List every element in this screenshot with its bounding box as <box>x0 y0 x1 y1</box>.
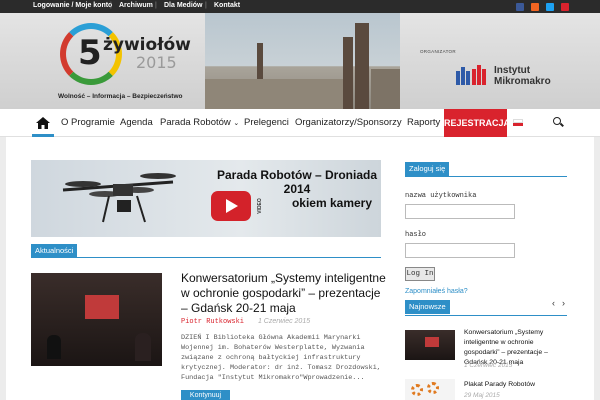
logo-title: żywiołów <box>103 35 191 55</box>
post-thumbnail[interactable] <box>405 379 455 400</box>
twitter-icon[interactable] <box>546 3 554 11</box>
drone-image <box>62 173 176 223</box>
topbar-link-contact[interactable]: Kontakt <box>214 2 240 9</box>
section-divider <box>405 315 567 316</box>
post-title[interactable]: Plakat Parady Robotów <box>464 380 570 390</box>
presentation-screen <box>85 295 119 319</box>
nav-item-o-programie[interactable]: O Programie <box>61 117 115 128</box>
article-author[interactable]: Piotr Rutkowski <box>181 318 244 326</box>
nav-item-agenda[interactable]: Agenda <box>120 117 153 128</box>
news-section-label: Aktualności <box>31 244 78 258</box>
next-arrow-icon[interactable]: › <box>562 298 565 308</box>
banner-title-line3: okiem kamery <box>291 196 373 210</box>
gear-icon <box>411 384 423 396</box>
login-section-label: Zaloguj się <box>405 162 450 176</box>
rss-icon[interactable] <box>531 3 539 11</box>
banner-title-line1: Parada Robotów – Droniada <box>216 168 378 182</box>
topbar-link-media[interactable]: Dla Mediów <box>164 2 203 9</box>
section-divider <box>31 257 381 258</box>
logo-year: 2015 <box>136 53 177 72</box>
main-nav: O Programie Agenda Parada Robotów ⌄ Prel… <box>0 109 600 137</box>
video-tag: VIDEO <box>256 198 263 214</box>
nav-item-organizatorzy[interactable]: Organizatorzy/Sponsorzy <box>295 117 402 128</box>
gear-icon <box>427 382 439 394</box>
play-video-icon[interactable] <box>211 191 251 221</box>
article-meta: Piotr Rutkowski 1 Czerwiec 2015 <box>181 318 310 326</box>
post-date: 29 Maj 2015 <box>464 392 500 399</box>
username-input[interactable] <box>405 204 515 219</box>
site-header: 5 żywiołów 2015 Wolność – Informacja – B… <box>0 13 600 109</box>
site-tagline: Wolność – Informacja – Bezpieczeństwo <box>58 93 183 100</box>
youtube-icon[interactable] <box>561 3 569 11</box>
article-title[interactable]: Konwersatorium „Systemy inteligentne w o… <box>181 271 386 316</box>
newest-section-label: Najnowsze <box>405 300 450 314</box>
nav-item-parada-robotow[interactable]: Parada Robotów ⌄ <box>160 117 239 128</box>
nav-item-raporty[interactable]: Raporty <box>407 117 440 128</box>
forgot-password-link[interactable]: Zapomniałeś hasła? <box>405 288 468 295</box>
krakow-market-photo <box>205 13 400 109</box>
topbar-link-login[interactable]: Logowanie / Moje konto <box>33 2 112 9</box>
continue-reading-button[interactable]: Kontynuuj <box>181 390 230 400</box>
prev-arrow-icon[interactable]: ‹ <box>552 298 555 308</box>
post-date: 1 Czerwiec 2015 <box>464 362 513 369</box>
topbar-link-archive[interactable]: Archiwum <box>119 2 153 9</box>
password-label: hasło <box>405 231 427 239</box>
top-bar: Logowanie / Moje konto | Archiwum | Dla … <box>0 0 600 13</box>
banner-title-line2: 2014 <box>283 182 311 196</box>
section-divider <box>405 176 567 177</box>
post-thumbnail[interactable] <box>405 330 455 360</box>
topbar-separator: | <box>205 2 207 9</box>
topbar-separator: | <box>155 2 157 9</box>
home-button[interactable] <box>32 109 54 137</box>
logo-digit: 5 <box>78 33 102 73</box>
username-label: nazwa użytkownika <box>405 192 477 200</box>
organizer-name-line2: Mikromakro <box>494 76 551 87</box>
login-button[interactable]: Log In <box>405 267 435 281</box>
nav-item-label: Parada Robotów <box>160 117 231 128</box>
polish-flag-icon[interactable] <box>513 119 523 126</box>
register-button[interactable]: REJESTRACJA <box>444 109 510 137</box>
facebook-icon[interactable] <box>516 3 524 11</box>
search-icon[interactable] <box>553 117 561 125</box>
nav-item-prelegenci[interactable]: Prelegenci <box>244 117 289 128</box>
article-thumbnail[interactable] <box>31 273 162 366</box>
organizer-name-line1: Instytut <box>494 65 531 76</box>
article-excerpt: DZIEŃ I Biblioteka Główna Akademii Maryn… <box>181 334 381 382</box>
home-icon <box>36 117 50 129</box>
article-date: 1 Czerwiec 2015 <box>257 318 311 325</box>
organizer-logo-icon <box>456 65 486 85</box>
topbar-separator: | <box>110 2 112 9</box>
password-input[interactable] <box>405 243 515 258</box>
chevron-down-icon: ⌄ <box>233 120 240 127</box>
droniada-banner[interactable]: Parada Robotów – Droniada 2014 okiem kam… <box>31 160 381 237</box>
organizer-label: ORGANIZATOR <box>420 49 456 54</box>
organizer-name: Instytut Mikromakro <box>494 65 551 87</box>
